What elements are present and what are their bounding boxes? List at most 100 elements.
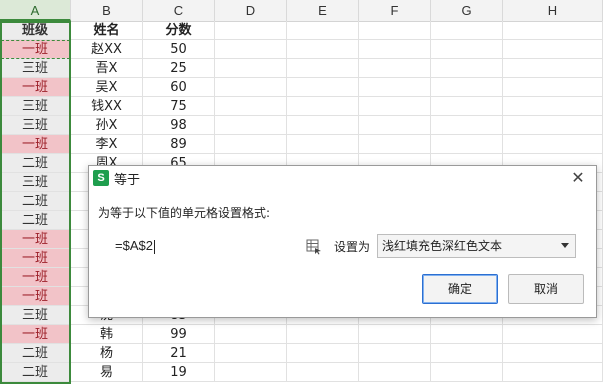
empty-cell[interactable]: [431, 344, 503, 363]
empty-cell[interactable]: [431, 325, 503, 344]
empty-cell[interactable]: [287, 344, 359, 363]
empty-cell[interactable]: [287, 116, 359, 135]
empty-cell[interactable]: [359, 21, 431, 40]
empty-cell[interactable]: [287, 97, 359, 116]
score-cell[interactable]: 19: [143, 363, 215, 382]
empty-cell[interactable]: [503, 135, 603, 154]
score-cell[interactable]: 89: [143, 135, 215, 154]
name-cell[interactable]: 孙X: [71, 116, 143, 135]
name-cell[interactable]: 吴X: [71, 78, 143, 97]
empty-cell[interactable]: [287, 21, 359, 40]
class-cell[interactable]: 三班: [0, 97, 71, 116]
close-icon[interactable]: ✕: [568, 168, 588, 188]
empty-cell[interactable]: [287, 135, 359, 154]
cancel-button[interactable]: 取消: [508, 274, 584, 304]
class-cell[interactable]: 一班: [0, 230, 71, 249]
empty-cell[interactable]: [503, 116, 603, 135]
empty-cell[interactable]: [503, 325, 603, 344]
empty-cell[interactable]: [503, 59, 603, 78]
empty-cell[interactable]: [359, 97, 431, 116]
column-header-b[interactable]: B: [71, 0, 143, 21]
name-cell[interactable]: 李X: [71, 135, 143, 154]
class-cell[interactable]: 一班: [0, 78, 71, 97]
empty-cell[interactable]: [215, 135, 287, 154]
ok-button[interactable]: 确定: [422, 274, 498, 304]
empty-cell[interactable]: [359, 116, 431, 135]
range-picker-icon[interactable]: [305, 237, 323, 255]
score-cell[interactable]: 60: [143, 78, 215, 97]
score-cell[interactable]: 21: [143, 344, 215, 363]
empty-cell[interactable]: [287, 363, 359, 382]
empty-cell[interactable]: [287, 78, 359, 97]
class-cell[interactable]: 二班: [0, 344, 71, 363]
name-cell[interactable]: 杨: [71, 344, 143, 363]
empty-cell[interactable]: [215, 363, 287, 382]
empty-cell[interactable]: [431, 97, 503, 116]
empty-cell[interactable]: [503, 344, 603, 363]
class-cell[interactable]: 一班: [0, 268, 71, 287]
column-header-c[interactable]: C: [143, 0, 215, 21]
empty-cell[interactable]: [359, 40, 431, 59]
class-cell[interactable]: 一班: [0, 249, 71, 268]
class-cell[interactable]: 二班: [0, 211, 71, 230]
empty-cell[interactable]: [359, 325, 431, 344]
class-cell[interactable]: 三班: [0, 116, 71, 135]
score-cell[interactable]: 99: [143, 325, 215, 344]
empty-cell[interactable]: [215, 97, 287, 116]
class-cell[interactable]: 二班: [0, 154, 71, 173]
format-dropdown[interactable]: 浅红填充色深红色文本: [377, 234, 576, 258]
name-cell[interactable]: 吾X: [71, 59, 143, 78]
column-header-h[interactable]: H: [503, 0, 603, 21]
empty-cell[interactable]: [431, 135, 503, 154]
empty-cell[interactable]: [431, 78, 503, 97]
empty-cell[interactable]: [359, 135, 431, 154]
empty-cell[interactable]: [215, 21, 287, 40]
class-cell[interactable]: 一班: [0, 287, 71, 306]
empty-cell[interactable]: [431, 59, 503, 78]
class-cell[interactable]: 一班: [0, 135, 71, 154]
name-cell[interactable]: 韩: [71, 325, 143, 344]
empty-cell[interactable]: [503, 97, 603, 116]
empty-cell[interactable]: [431, 40, 503, 59]
class-cell[interactable]: 二班: [0, 363, 71, 382]
empty-cell[interactable]: [503, 21, 603, 40]
score-cell[interactable]: 75: [143, 97, 215, 116]
class-cell[interactable]: 一班: [0, 325, 71, 344]
column-header-e[interactable]: E: [287, 0, 359, 21]
column-header-f[interactable]: F: [359, 0, 431, 21]
column-header-g[interactable]: G: [431, 0, 503, 21]
empty-cell[interactable]: [215, 344, 287, 363]
class-cell[interactable]: 二班: [0, 192, 71, 211]
empty-cell[interactable]: [215, 116, 287, 135]
column-header-a[interactable]: A: [0, 0, 71, 21]
empty-cell[interactable]: [215, 40, 287, 59]
score-cell[interactable]: 25: [143, 59, 215, 78]
empty-cell[interactable]: [215, 59, 287, 78]
class-cell[interactable]: 一班: [0, 40, 71, 59]
value-input[interactable]: =$A$2: [109, 235, 326, 257]
empty-cell[interactable]: [287, 59, 359, 78]
empty-cell[interactable]: [431, 116, 503, 135]
empty-cell[interactable]: [359, 78, 431, 97]
name-cell[interactable]: 赵XX: [71, 40, 143, 59]
empty-cell[interactable]: [287, 40, 359, 59]
name-cell[interactable]: 易: [71, 363, 143, 382]
column-header-d[interactable]: D: [215, 0, 287, 21]
empty-cell[interactable]: [503, 78, 603, 97]
score-cell[interactable]: 50: [143, 40, 215, 59]
empty-cell[interactable]: [359, 59, 431, 78]
empty-cell[interactable]: [287, 325, 359, 344]
name-cell[interactable]: 钱XX: [71, 97, 143, 116]
empty-cell[interactable]: [215, 325, 287, 344]
class-cell[interactable]: 三班: [0, 306, 71, 325]
class-cell[interactable]: 三班: [0, 59, 71, 78]
class-cell[interactable]: 三班: [0, 173, 71, 192]
header-cell-class[interactable]: 班级: [0, 21, 71, 40]
empty-cell[interactable]: [503, 363, 603, 382]
empty-cell[interactable]: [503, 40, 603, 59]
empty-cell[interactable]: [431, 21, 503, 40]
score-cell[interactable]: 98: [143, 116, 215, 135]
empty-cell[interactable]: [359, 363, 431, 382]
empty-cell[interactable]: [431, 363, 503, 382]
empty-cell[interactable]: [359, 344, 431, 363]
